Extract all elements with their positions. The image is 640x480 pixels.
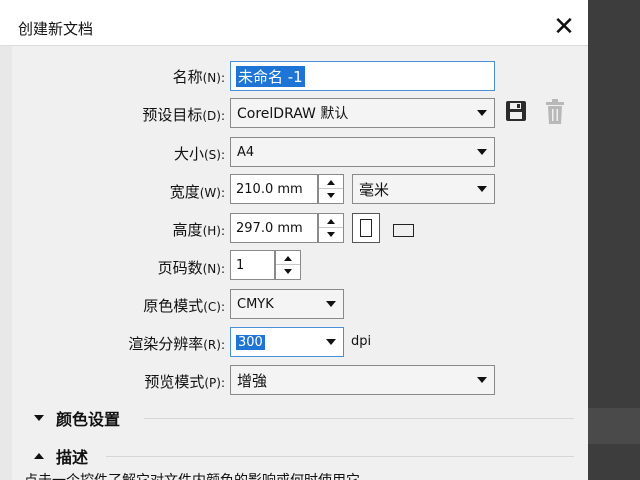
resolution-label: 渲染分辨率(R): bbox=[128, 335, 225, 353]
portrait-orientation-icon bbox=[360, 219, 372, 237]
color-mode-label: 原色模式(C): bbox=[143, 297, 225, 315]
landscape-orientation-button[interactable] bbox=[390, 220, 416, 238]
width-input[interactable]: 210.0 mm bbox=[230, 174, 318, 204]
background-band bbox=[588, 408, 640, 444]
preview-mode-label: 预览模式(P): bbox=[144, 373, 225, 391]
size-value: A4 bbox=[237, 144, 255, 160]
close-button[interactable]: ✕ bbox=[550, 14, 578, 42]
height-stepper[interactable] bbox=[318, 213, 344, 243]
dialog-title: 创建新文档 bbox=[18, 20, 94, 38]
size-label: 大小(S): bbox=[173, 145, 225, 163]
width-decrement-icon[interactable] bbox=[319, 189, 343, 203]
resolution-value: 300 bbox=[236, 334, 265, 350]
height-input[interactable]: 297.0 mm bbox=[230, 213, 318, 243]
height-value: 297.0 mm bbox=[236, 220, 303, 236]
name-input[interactable]: 未命名 -1 bbox=[230, 61, 495, 91]
name-value: 未命名 -1 bbox=[236, 65, 305, 87]
chevron-down-icon bbox=[477, 110, 487, 116]
portrait-orientation-button[interactable] bbox=[352, 213, 380, 243]
height-decrement-icon[interactable] bbox=[319, 228, 343, 242]
chevron-down-icon bbox=[477, 377, 487, 383]
chevron-down-icon bbox=[326, 301, 336, 307]
color-mode-dropdown[interactable]: CMYK bbox=[230, 289, 344, 319]
description-heading: 描述 bbox=[56, 448, 89, 467]
unit-value: 毫米 bbox=[359, 180, 390, 199]
chevron-up-icon bbox=[34, 453, 44, 459]
color-settings-heading: 颜色设置 bbox=[56, 410, 121, 429]
pages-label: 页码数(N): bbox=[157, 259, 225, 277]
pages-decrement-icon[interactable] bbox=[276, 265, 300, 279]
color-mode-value: CMYK bbox=[237, 296, 274, 312]
height-increment-icon[interactable] bbox=[319, 214, 343, 228]
resolution-unit: dpi bbox=[351, 334, 372, 349]
name-label: 名称(N): bbox=[172, 68, 225, 86]
color-settings-divider bbox=[144, 418, 574, 419]
left-strip bbox=[0, 46, 12, 480]
dialog-titlebar: 创建新文档 ✕ bbox=[0, 0, 588, 46]
pages-stepper[interactable] bbox=[275, 250, 301, 280]
create-new-document-dialog: 创建新文档 ✕ 名称(N): 未命名 -1 预设目标(D): CorelDRAW… bbox=[0, 0, 588, 480]
width-value: 210.0 mm bbox=[236, 181, 303, 197]
pages-value: 1 bbox=[236, 257, 245, 273]
pages-increment-icon[interactable] bbox=[276, 251, 300, 265]
preview-mode-dropdown[interactable]: 增強 bbox=[230, 365, 495, 395]
preset-dropdown[interactable]: CorelDRAW 默认 bbox=[230, 98, 495, 128]
width-increment-icon[interactable] bbox=[319, 175, 343, 189]
chevron-down-icon[interactable] bbox=[326, 339, 336, 345]
unit-dropdown[interactable]: 毫米 bbox=[352, 174, 495, 204]
preset-value: CorelDRAW 默认 bbox=[237, 106, 349, 122]
chevron-down-icon bbox=[477, 186, 487, 192]
resolution-input[interactable]: 300 bbox=[230, 327, 344, 357]
landscape-orientation-icon bbox=[393, 224, 414, 237]
background-area bbox=[588, 0, 640, 480]
pages-input[interactable]: 1 bbox=[230, 250, 275, 280]
size-dropdown[interactable]: A4 bbox=[230, 137, 495, 167]
delete-preset-icon[interactable] bbox=[543, 99, 567, 125]
save-preset-icon[interactable] bbox=[504, 99, 528, 123]
height-label: 高度(H): bbox=[172, 221, 225, 239]
chevron-down-icon bbox=[34, 415, 44, 421]
description-section-toggle[interactable]: 描述 bbox=[34, 444, 88, 468]
preset-label: 预设目标(D): bbox=[142, 106, 225, 124]
description-divider bbox=[106, 456, 574, 457]
preview-mode-value: 增強 bbox=[237, 371, 268, 390]
width-stepper[interactable] bbox=[318, 174, 344, 204]
color-settings-section-toggle[interactable]: 颜色设置 bbox=[34, 406, 120, 430]
width-label: 宽度(W): bbox=[169, 183, 225, 201]
chevron-down-icon bbox=[477, 149, 487, 155]
description-text: 点击一个控件了解它对文件内颜色的影响或何时使用它。 bbox=[24, 470, 374, 480]
